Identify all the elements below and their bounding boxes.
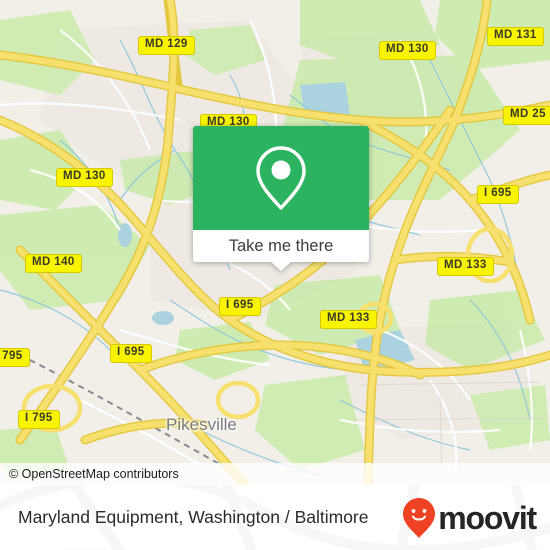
map-pin-icon [256, 146, 306, 210]
popup-tail [271, 262, 291, 271]
attribution-text: © OpenStreetMap contributors [9, 467, 179, 481]
road-shield: MD 130 [56, 168, 113, 187]
road-shield: MD 130 [379, 41, 436, 60]
place-label-pikesville: Pikesville [166, 415, 237, 434]
moovit-logo[interactable]: moovit [402, 497, 537, 539]
road-shield: MD 140 [25, 254, 82, 273]
map-attribution: © OpenStreetMap contributors [0, 463, 550, 485]
popup-action-bar[interactable]: Take me there [193, 230, 369, 271]
road-shield: MD 133 [320, 310, 377, 329]
location-popup[interactable]: Take me there [193, 126, 369, 271]
road-shield: MD 133 [437, 257, 494, 276]
road-shield: I 695 [110, 344, 152, 363]
road-shield: I 795 [0, 348, 30, 367]
road-shield: I 695 [477, 185, 519, 204]
road-shield: MD 131 [487, 27, 544, 46]
map-canvas[interactable]: MD 129 MD 130 MD 131 MD 25 MD 130 MD 130… [0, 0, 550, 485]
road-shield: I 795 [18, 410, 60, 429]
footer-bar: Maryland Equipment, Washington / Baltimo… [0, 485, 550, 550]
road-shield: I 695 [219, 297, 261, 316]
place-title: Maryland Equipment, Washington / Baltimo… [18, 507, 369, 527]
road-shield: MD 129 [138, 36, 195, 55]
take-me-there-label: Take me there [228, 236, 334, 255]
moovit-map-card: MD 129 MD 130 MD 131 MD 25 MD 130 MD 130… [0, 0, 550, 550]
moovit-pin-smiley-icon [403, 497, 436, 538]
road-shield: MD 25 [503, 106, 550, 125]
popup-header [193, 126, 369, 230]
moovit-wordmark: moovit [438, 499, 537, 536]
